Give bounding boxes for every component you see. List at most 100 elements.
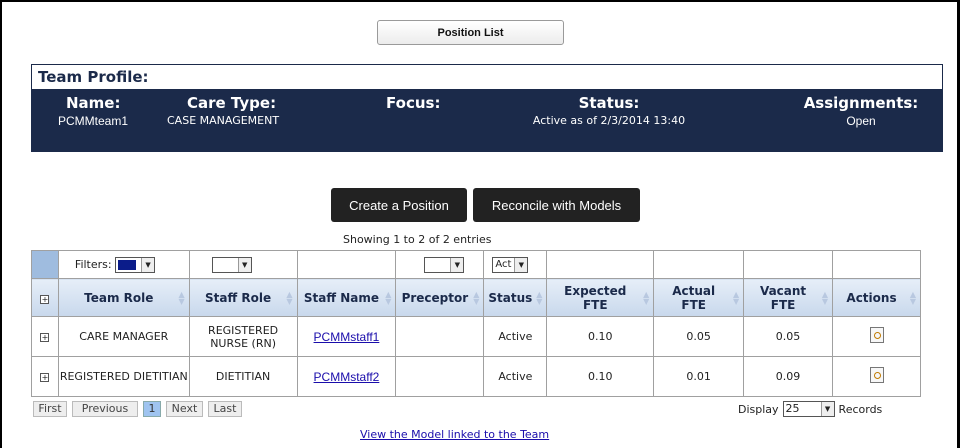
- staff-name-cell: PCMMstaff1: [296, 316, 397, 357]
- actual-fte-cell: 0.01: [653, 356, 745, 397]
- chevron-down-icon: ▼: [141, 257, 155, 272]
- chevron-down-icon: ▼: [237, 257, 251, 272]
- name-block: Name: PCMMteam1: [58, 94, 128, 128]
- pager-last-button[interactable]: Last: [208, 401, 242, 417]
- name-label: Name:: [66, 94, 121, 112]
- preceptor-cell: [395, 356, 485, 397]
- chevron-down-icon: ▼: [450, 257, 464, 272]
- chevron-down-icon: ▼: [514, 257, 528, 272]
- status-filter-cell: Act ▼: [483, 250, 548, 279]
- actions-filter-cell: [832, 250, 921, 279]
- preceptor-header[interactable]: Preceptor ▲ ▼: [395, 278, 485, 317]
- status-cell: Active: [483, 316, 548, 357]
- pager-first-button[interactable]: First: [33, 401, 67, 417]
- staff-name-link[interactable]: PCMMstaff2: [314, 370, 380, 384]
- staff-role-filter-cell: ▼: [188, 250, 298, 279]
- sort-icon: ▲ ▼: [473, 289, 480, 306]
- sort-icon: ▲ ▼: [385, 289, 392, 306]
- actual-fte-header[interactable]: Actual FTE ▲ ▼: [653, 278, 745, 317]
- staff-name-filter-cell: [296, 250, 397, 279]
- plus-icon: +: [40, 373, 50, 382]
- staff-role-cell: DIETITIAN: [188, 356, 298, 397]
- actions-header[interactable]: Actions ▲ ▼: [832, 278, 921, 317]
- actual-fte-filter-cell: [653, 250, 745, 279]
- focus-block: Focus:: [386, 94, 440, 114]
- sort-icon: ▲ ▼: [821, 289, 828, 306]
- care-type-block: Care Type: CASE MANAGEMENT: [167, 94, 279, 127]
- plus-icon: +: [40, 333, 50, 342]
- vacant-fte-filter-cell: [743, 250, 833, 279]
- table-row: + REGISTERED DIETITIAN DIETITIAN PCMMsta…: [31, 356, 921, 397]
- status-cell: Active: [483, 356, 548, 397]
- view-model-link[interactable]: View the Model linked to the Team: [360, 428, 549, 441]
- expected-fte-cell: 0.10: [546, 356, 655, 397]
- team-role-cell: REGISTERED DIETITIAN: [57, 356, 190, 397]
- filter-row: Filters: ▼ ▼ ▼ Act ▼: [31, 250, 921, 279]
- view-details-icon[interactable]: [869, 327, 884, 343]
- expected-fte-header[interactable]: Expected FTE ▲ ▼: [546, 278, 655, 317]
- assignments-value: Open: [846, 114, 876, 128]
- sort-icon: ▲ ▼: [536, 289, 543, 306]
- reconcile-models-button[interactable]: Reconcile with Models: [473, 188, 640, 222]
- actual-fte-cell: 0.05: [653, 316, 745, 357]
- staff-name-link[interactable]: PCMMstaff1: [314, 330, 380, 344]
- pager-next-button[interactable]: Next: [166, 401, 203, 417]
- status-filter-value: Act: [495, 258, 512, 270]
- sort-icon: ▲ ▼: [178, 289, 185, 306]
- staff-name-header[interactable]: Staff Name ▲ ▼: [296, 278, 397, 317]
- vacant-fte-header[interactable]: Vacant FTE ▲ ▼: [743, 278, 833, 317]
- team-profile-bar: Name: PCMMteam1 Care Type: CASE MANAGEME…: [31, 90, 943, 152]
- status-header[interactable]: Status ▲ ▼: [483, 278, 548, 317]
- expand-all-header[interactable]: +: [31, 278, 59, 317]
- vacant-fte-cell: 0.05: [743, 316, 833, 357]
- create-position-button[interactable]: Create a Position: [331, 188, 467, 222]
- staff-role-filter-select[interactable]: ▼: [211, 256, 252, 273]
- actions-cell: [832, 316, 921, 357]
- status-value: Active as of 2/3/2014 13:40: [532, 114, 686, 127]
- pager-previous-button[interactable]: Previous: [72, 401, 138, 417]
- status-filter-select[interactable]: Act ▼: [492, 256, 529, 273]
- display-records-control: Display 25 ▼ Records: [738, 401, 882, 417]
- actions-cell: [832, 356, 921, 397]
- assignments-label: Assignments:: [803, 94, 919, 112]
- view-details-icon[interactable]: [869, 367, 884, 383]
- staff-name-cell: PCMMstaff2: [296, 356, 397, 397]
- care-type-label: Care Type:: [187, 94, 277, 112]
- team-role-cell: CARE MANAGER: [57, 316, 190, 357]
- sort-icon: ▲ ▼: [732, 289, 740, 306]
- care-type-value: CASE MANAGEMENT: [167, 114, 280, 127]
- records-per-page-select[interactable]: 25 ▼: [782, 401, 835, 417]
- filter-corner: [31, 250, 59, 279]
- pager-page-1[interactable]: 1: [143, 401, 161, 417]
- table-row: + CARE MANAGER REGISTERED NURSE (RN) PCM…: [31, 316, 921, 357]
- status-label: Status:: [578, 94, 640, 112]
- chevron-down-icon: ▼: [820, 402, 834, 416]
- expected-fte-filter-cell: [546, 250, 655, 279]
- expected-fte-cell: 0.10: [546, 316, 655, 357]
- header-row: + Team Role ▲ ▼ Staff Role ▲ ▼ Staff Name ▲ ▼ …: [31, 278, 921, 317]
- team-profile-title: Team Profile:: [31, 64, 943, 90]
- staff-role-cell: REGISTERED NURSE (RN): [188, 316, 298, 357]
- team-role-filter-cell: Filters: ▼: [57, 250, 190, 279]
- preceptor-cell: [395, 316, 485, 357]
- display-prefix: Display: [738, 402, 779, 416]
- position-list-button[interactable]: Position List: [377, 20, 564, 45]
- vacant-fte-cell: 0.09: [743, 356, 833, 397]
- staff-role-header[interactable]: Staff Role ▲ ▼: [188, 278, 298, 317]
- preceptor-filter-select[interactable]: ▼: [424, 256, 465, 273]
- row-expand-cell[interactable]: +: [31, 356, 59, 397]
- showing-entries-text: Showing 1 to 2 of 2 entries: [343, 233, 492, 246]
- plus-icon: +: [40, 294, 50, 304]
- display-suffix: Records: [838, 402, 883, 416]
- team-role-header[interactable]: Team Role ▲ ▼: [57, 278, 190, 317]
- row-expand-cell[interactable]: +: [31, 316, 59, 357]
- name-value: PCMMteam1: [58, 114, 129, 128]
- filters-label: Filters:: [74, 257, 112, 271]
- positions-table: Filters: ▼ ▼ ▼ Act ▼ + Team Role ▲ ▼ Staff …: [31, 250, 921, 397]
- status-block: Status: Active as of 2/3/2014 13:40: [509, 94, 709, 127]
- sort-icon: ▲ ▼: [909, 289, 916, 306]
- team-role-filter-select[interactable]: ▼: [115, 256, 156, 273]
- assignments-block: Assignments: Open: [786, 94, 936, 128]
- preceptor-filter-cell: ▼: [395, 250, 485, 279]
- sort-icon: ▲ ▼: [286, 289, 293, 306]
